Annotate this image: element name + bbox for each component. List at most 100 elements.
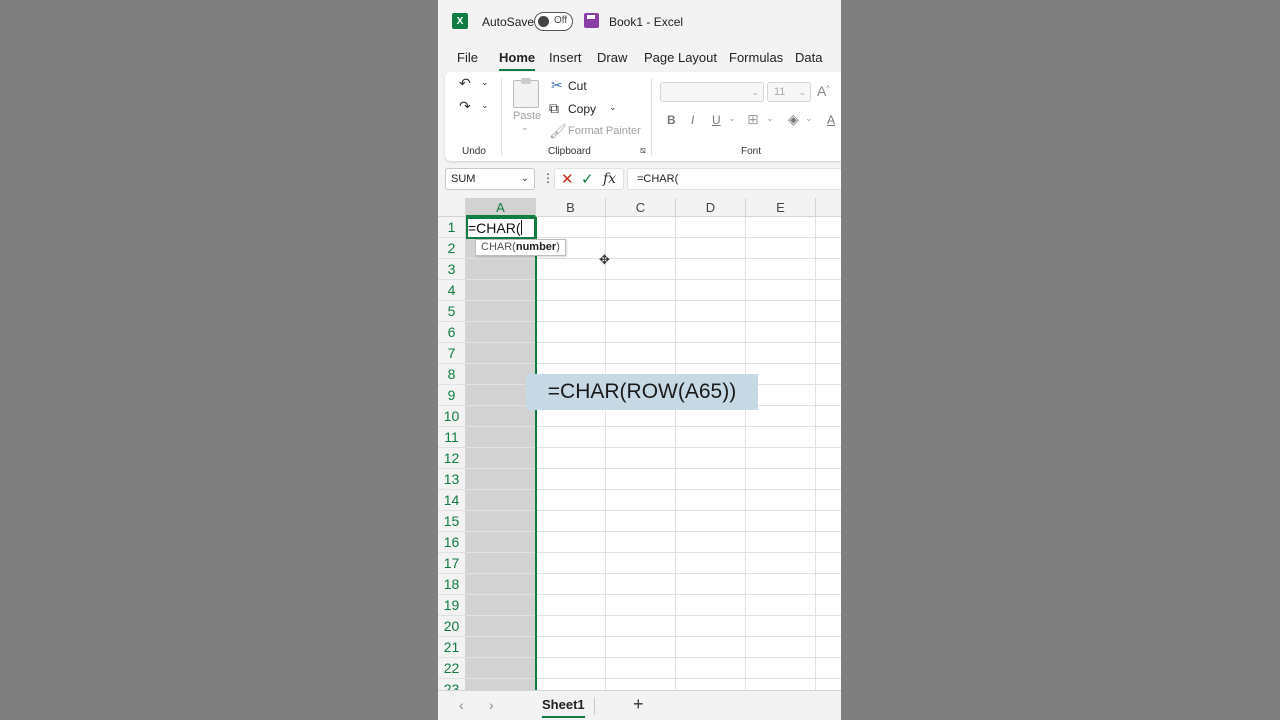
grid-cell[interactable] bbox=[536, 301, 606, 322]
column-header-e[interactable]: E bbox=[746, 198, 816, 217]
fill-dropdown-icon[interactable]: ⌄ bbox=[805, 113, 813, 124]
column-header-b[interactable]: B bbox=[536, 198, 606, 217]
grid-cell[interactable] bbox=[676, 511, 746, 532]
prev-sheet-icon[interactable]: ‹ bbox=[459, 697, 464, 713]
grid-cell[interactable] bbox=[676, 301, 746, 322]
grid-cell[interactable] bbox=[536, 637, 606, 658]
select-all-corner[interactable] bbox=[438, 198, 466, 217]
grid-cell[interactable] bbox=[606, 343, 676, 364]
save-icon[interactable] bbox=[584, 13, 599, 28]
grid-cell[interactable] bbox=[466, 259, 536, 280]
row-header[interactable]: 8 bbox=[438, 364, 466, 385]
grid-cell[interactable] bbox=[746, 469, 816, 490]
grid-cell[interactable] bbox=[746, 301, 816, 322]
active-cell-a1[interactable]: =CHAR( bbox=[466, 217, 536, 239]
grid-cell[interactable] bbox=[816, 406, 841, 427]
row-header[interactable]: 6 bbox=[438, 322, 466, 343]
row-header[interactable]: 11 bbox=[438, 427, 466, 448]
row-header[interactable]: 21 bbox=[438, 637, 466, 658]
grid-cell[interactable] bbox=[816, 238, 841, 259]
tooltip-argument[interactable]: number bbox=[516, 241, 556, 253]
grid-cell[interactable] bbox=[746, 259, 816, 280]
tab-page-layout[interactable]: Page Layout bbox=[644, 50, 717, 65]
font-name-box[interactable]: ⌄ bbox=[660, 82, 764, 102]
grid-cell[interactable] bbox=[466, 280, 536, 301]
grid-cell[interactable] bbox=[676, 595, 746, 616]
grid-cell[interactable] bbox=[466, 658, 536, 679]
tab-draw[interactable]: Draw bbox=[597, 50, 627, 65]
grid-cell[interactable] bbox=[676, 238, 746, 259]
grid-cell[interactable] bbox=[676, 448, 746, 469]
grid-cell[interactable] bbox=[606, 553, 676, 574]
column-header-f[interactable] bbox=[816, 198, 841, 217]
grid-cell[interactable] bbox=[746, 532, 816, 553]
redo-icon[interactable]: ↷ bbox=[459, 98, 471, 115]
name-box[interactable]: SUM ⌄ bbox=[445, 168, 535, 190]
row-header[interactable]: 12 bbox=[438, 448, 466, 469]
grid-cell[interactable] bbox=[536, 532, 606, 553]
row-header[interactable]: 1 bbox=[438, 217, 466, 238]
row-header[interactable]: 9 bbox=[438, 385, 466, 406]
grid-cell[interactable] bbox=[466, 427, 536, 448]
grid-cell[interactable] bbox=[466, 343, 536, 364]
grid-cell[interactable] bbox=[536, 511, 606, 532]
grid-cell[interactable] bbox=[536, 259, 606, 280]
grid-cell[interactable] bbox=[816, 301, 841, 322]
grid-cell[interactable] bbox=[466, 553, 536, 574]
grid-cell[interactable] bbox=[466, 511, 536, 532]
grid-cell[interactable] bbox=[676, 490, 746, 511]
grid-cell[interactable] bbox=[536, 322, 606, 343]
grid-cell[interactable] bbox=[536, 217, 606, 238]
row-header[interactable]: 22 bbox=[438, 658, 466, 679]
grid-cell[interactable] bbox=[466, 532, 536, 553]
grid-cell[interactable] bbox=[606, 511, 676, 532]
grid-cell[interactable] bbox=[466, 679, 536, 690]
grid-cell[interactable] bbox=[606, 427, 676, 448]
row-header[interactable]: 23 bbox=[438, 679, 466, 690]
grid-cell[interactable] bbox=[676, 343, 746, 364]
column-header-d[interactable]: D bbox=[676, 198, 746, 217]
grid-cell[interactable] bbox=[816, 343, 841, 364]
grid-cell[interactable] bbox=[816, 490, 841, 511]
grid-cell[interactable] bbox=[676, 427, 746, 448]
grid-cell[interactable] bbox=[816, 658, 841, 679]
underline-dropdown-icon[interactable]: ⌄ bbox=[728, 113, 736, 124]
row-header[interactable]: 18 bbox=[438, 574, 466, 595]
grid-cell[interactable] bbox=[606, 574, 676, 595]
grid-cell[interactable] bbox=[536, 490, 606, 511]
grid-cell[interactable] bbox=[746, 238, 816, 259]
insert-function-icon[interactable]: fx bbox=[603, 171, 616, 187]
grid-cell[interactable] bbox=[746, 490, 816, 511]
grid-cell[interactable] bbox=[606, 658, 676, 679]
grid-cell[interactable] bbox=[676, 469, 746, 490]
font-size-box[interactable]: 11 ⌄ bbox=[767, 82, 811, 102]
grid-cell[interactable] bbox=[676, 637, 746, 658]
grid-cell[interactable] bbox=[746, 616, 816, 637]
grid-cell[interactable] bbox=[816, 637, 841, 658]
grid-cell[interactable] bbox=[746, 280, 816, 301]
grid-cell[interactable] bbox=[536, 469, 606, 490]
grid-cell[interactable] bbox=[606, 490, 676, 511]
borders-icon[interactable]: ⊞ bbox=[747, 111, 759, 128]
grid-cell[interactable] bbox=[816, 679, 841, 690]
enter-check-icon[interactable]: ✓ bbox=[581, 170, 594, 188]
grid-cell[interactable] bbox=[746, 217, 816, 238]
fill-color-icon[interactable]: ◈ bbox=[788, 111, 799, 128]
tab-home[interactable]: Home bbox=[499, 50, 536, 71]
paste-dropdown-icon[interactable]: ⌄ bbox=[521, 122, 529, 133]
row-header[interactable]: 19 bbox=[438, 595, 466, 616]
next-sheet-icon[interactable]: › bbox=[489, 697, 494, 713]
cut-button[interactable]: Cut bbox=[568, 79, 587, 93]
grid-cell[interactable] bbox=[746, 658, 816, 679]
tab-data[interactable]: Data bbox=[795, 50, 822, 65]
grid-cell[interactable] bbox=[676, 532, 746, 553]
grid-cell[interactable] bbox=[816, 259, 841, 280]
column-header-a[interactable]: A bbox=[466, 198, 536, 217]
row-header[interactable]: 14 bbox=[438, 490, 466, 511]
grid-cell[interactable] bbox=[466, 637, 536, 658]
grid-cell[interactable] bbox=[536, 448, 606, 469]
bold-button[interactable]: B bbox=[667, 113, 676, 127]
grid-cell[interactable] bbox=[816, 280, 841, 301]
row-header[interactable]: 3 bbox=[438, 259, 466, 280]
column-header-c[interactable]: C bbox=[606, 198, 676, 217]
